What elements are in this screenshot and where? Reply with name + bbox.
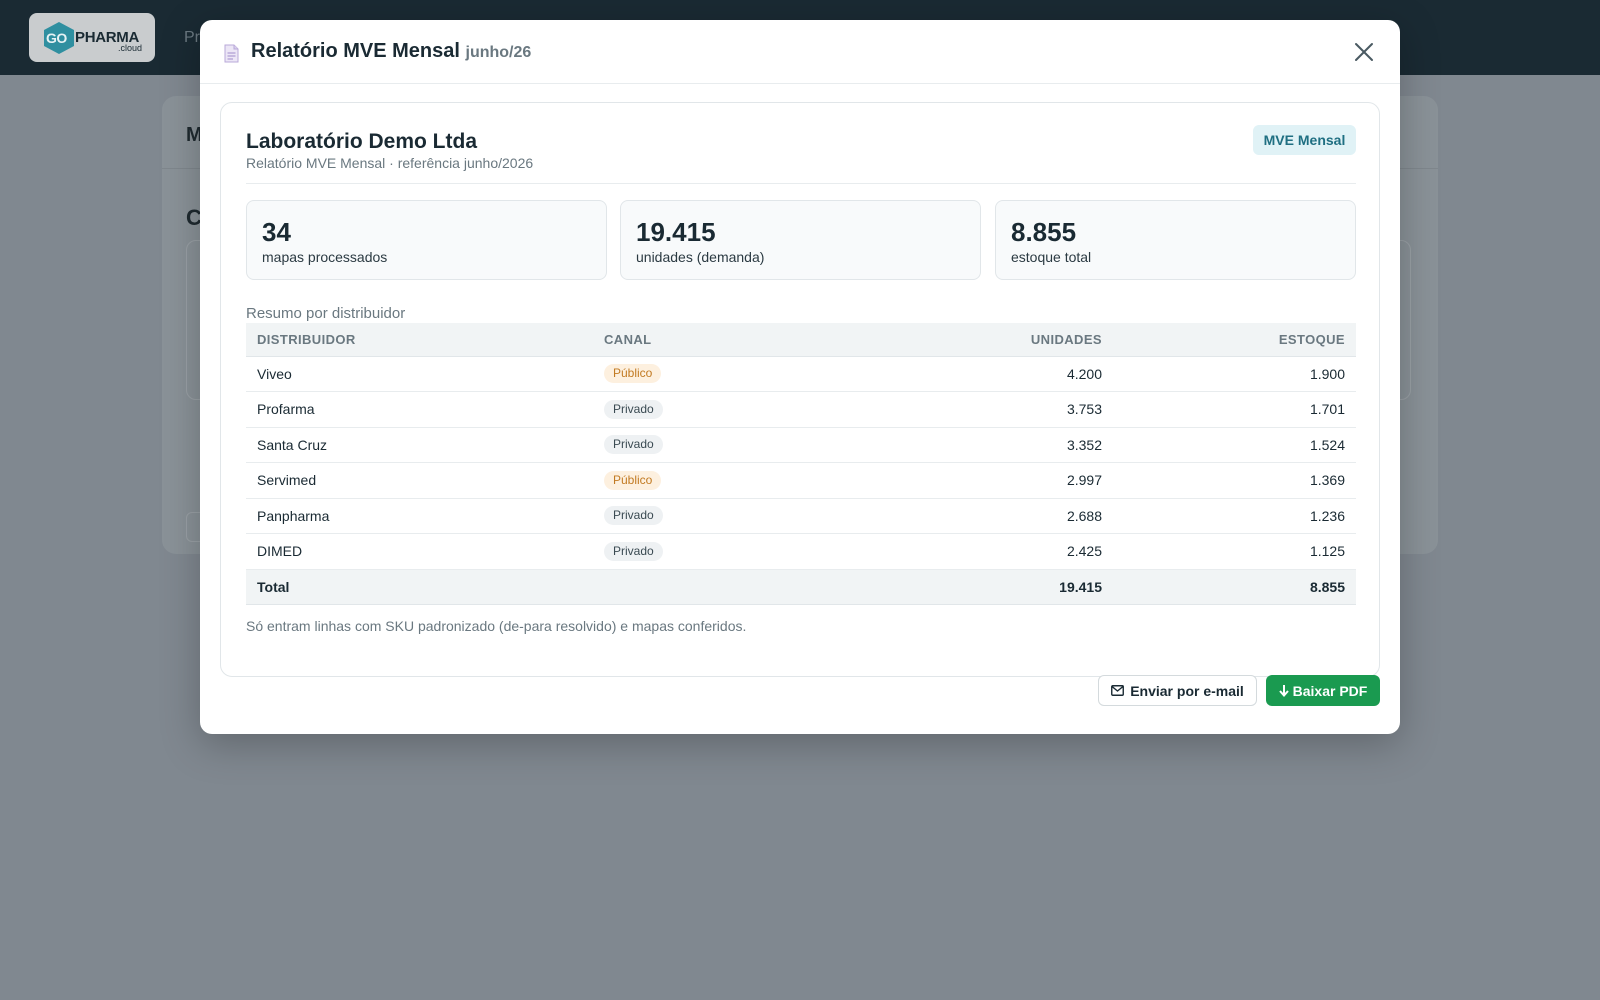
section-title: Resumo por distribuidor	[246, 305, 406, 322]
report-type-badge: MVE Mensal	[1253, 125, 1356, 155]
total-unidades: 19.415	[843, 569, 1113, 605]
cell-distribuidor: Profarma	[246, 391, 593, 428]
cell-distribuidor: Viveo	[246, 356, 593, 392]
table-row: DIMED Privado 2.425 1.125	[246, 533, 1356, 570]
download-pdf-button[interactable]: Baixar PDF	[1266, 675, 1380, 706]
table-total-row: Total 19.415 8.855	[246, 569, 1356, 605]
cell-distribuidor: Santa Cruz	[246, 427, 593, 463]
mail-icon	[1111, 685, 1125, 696]
column-header-canal: CANAL	[593, 323, 843, 357]
total-estoque: 8.855	[1113, 569, 1356, 605]
stat-value: 8.855	[1011, 217, 1077, 247]
table-row: Panpharma Privado 2.688 1.236	[246, 498, 1356, 534]
table-header-row: DISTRIBUIDOR CANAL UNIDADES ESTOQUE	[246, 323, 1356, 357]
stat-value: 34	[262, 217, 291, 247]
cell-canal: Público	[593, 462, 843, 499]
modal-title: Relatório MVE Mensal junho/26	[251, 40, 531, 63]
table-row: Viveo Público 4.200 1.900	[246, 356, 1356, 392]
cell-estoque: 1.236	[1113, 498, 1356, 534]
stat-card-estoque: 8.855 estoque total	[995, 200, 1356, 280]
cell-canal: Público	[593, 356, 843, 392]
total-empty-cell	[593, 569, 843, 605]
stat-label: unidades (demanda)	[636, 249, 765, 265]
cell-estoque: 1.701	[1113, 391, 1356, 428]
nav-item-partial[interactable]: Pr	[184, 29, 200, 47]
stat-label: estoque total	[1011, 249, 1092, 265]
report-modal: Relatório MVE Mensal junho/26 Laboratóri…	[200, 20, 1400, 734]
cell-estoque: 1.524	[1113, 427, 1356, 463]
channel-badge: Público	[604, 364, 662, 384]
cell-canal: Privado	[593, 391, 843, 428]
download-arrow-icon	[1278, 685, 1289, 697]
total-label: Total	[246, 569, 593, 605]
cell-estoque: 1.125	[1113, 533, 1356, 570]
logo-go-text: GO	[46, 30, 67, 46]
document-icon	[224, 44, 239, 63]
report-subtitle: Relatório MVE Mensal · referência junho/…	[246, 155, 534, 171]
cell-unidades: 2.688	[843, 498, 1113, 534]
download-pdf-label: Baixar PDF	[1292, 682, 1368, 699]
stat-card-mapas: 34 mapas processados	[246, 200, 607, 280]
column-header-unidades: UNIDADES	[843, 323, 1113, 357]
cell-estoque: 1.369	[1113, 462, 1356, 499]
stat-card-unidades: 19.415 unidades (demanda)	[620, 200, 981, 280]
logo-cloud-text: .cloud	[118, 43, 143, 53]
cell-canal: Privado	[593, 498, 843, 534]
cell-distribuidor: DIMED	[246, 533, 593, 570]
table-row: Santa Cruz Privado 3.352 1.524	[246, 427, 1356, 463]
table-row: Profarma Privado 3.753 1.701	[246, 391, 1356, 428]
cell-unidades: 2.997	[843, 462, 1113, 499]
stat-label: mapas processados	[262, 249, 388, 265]
column-header-distribuidor: DISTRIBUIDOR	[246, 323, 593, 357]
gopharma-logo[interactable]: GO PHARMA .cloud	[29, 13, 155, 62]
cell-canal: Privado	[593, 533, 843, 570]
modal-header: Relatório MVE Mensal junho/26	[200, 20, 1400, 84]
distributor-summary-table: DISTRIBUIDOR CANAL UNIDADES ESTOQUE Vive…	[246, 323, 1356, 605]
cell-unidades: 3.753	[843, 391, 1113, 428]
cell-estoque: 1.900	[1113, 356, 1356, 392]
table-row: Servimed Público 2.997 1.369	[246, 462, 1356, 499]
cell-unidades: 3.352	[843, 427, 1113, 463]
cell-distribuidor: Servimed	[246, 462, 593, 499]
cell-canal: Privado	[593, 427, 843, 463]
column-header-estoque: ESTOQUE	[1113, 323, 1356, 357]
modal-title-text: Relatório MVE Mensal	[251, 40, 460, 62]
stat-value: 19.415	[636, 217, 716, 247]
close-icon[interactable]	[1352, 40, 1376, 64]
channel-badge: Privado	[604, 506, 663, 526]
report-footnote: Só entram linhas com SKU padronizado (de…	[246, 618, 747, 634]
modal-period: junho/26	[465, 44, 532, 61]
channel-badge: Privado	[604, 435, 663, 455]
cell-unidades: 2.425	[843, 533, 1113, 570]
channel-badge: Privado	[604, 399, 663, 419]
company-name: Laboratório Demo Ltda	[246, 130, 478, 153]
send-email-button[interactable]: Enviar por e-mail	[1098, 675, 1257, 706]
cell-distribuidor: Panpharma	[246, 498, 593, 534]
cell-unidades: 4.200	[843, 356, 1113, 392]
channel-badge: Privado	[604, 541, 663, 561]
send-email-label: Enviar por e-mail	[1130, 682, 1244, 699]
report-header-divider	[246, 183, 1356, 184]
report-card: Laboratório Demo Ltda Relatório MVE Mens…	[220, 102, 1380, 677]
channel-badge: Público	[604, 470, 662, 490]
